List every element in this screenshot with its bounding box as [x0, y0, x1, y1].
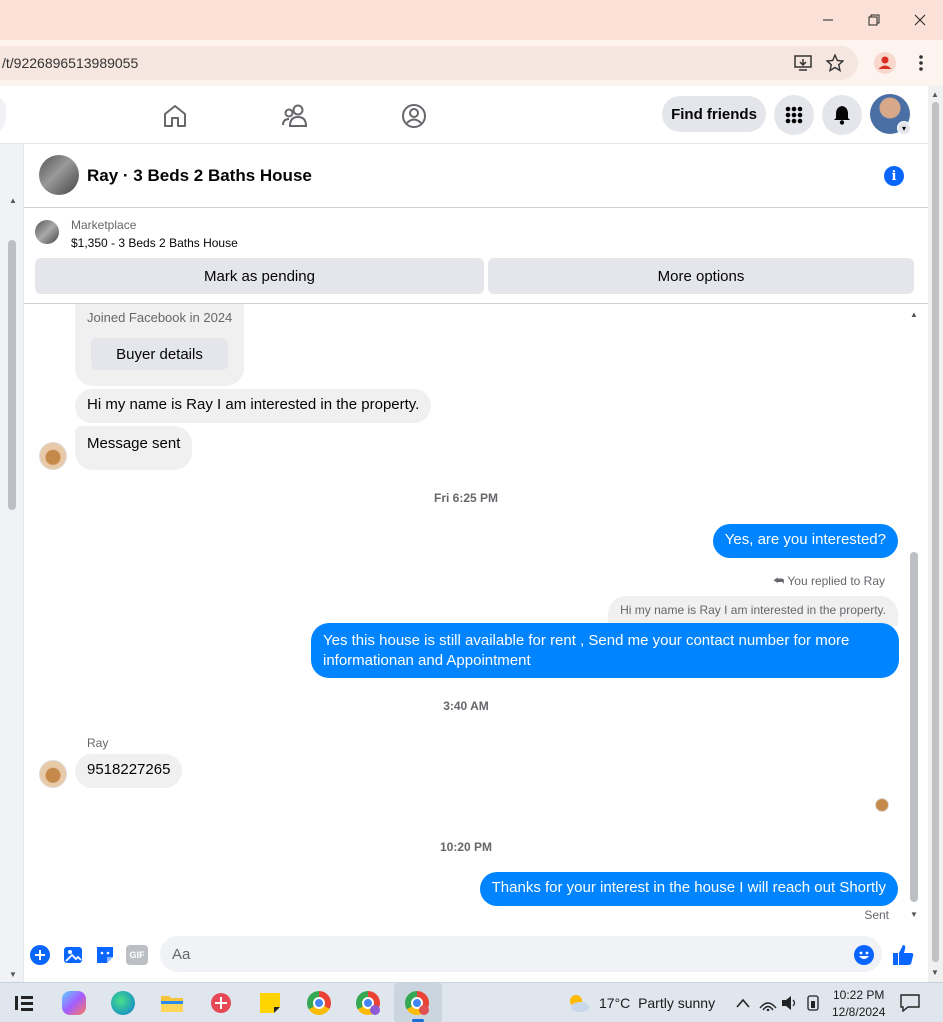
install-app-icon[interactable]	[792, 52, 814, 74]
quoted-message[interactable]: Hi my name is Ray I am interested in the…	[608, 596, 898, 626]
bookmark-star-icon[interactable]	[824, 52, 846, 74]
marketplace-label: Marketplace	[71, 218, 137, 232]
message-incoming[interactable]: Message sent	[75, 426, 193, 470]
menu-grid-icon[interactable]	[774, 95, 814, 135]
listing-price-title[interactable]: $1,350 - 3 Beds 2 Baths House	[71, 236, 238, 250]
scrollbar-thumb[interactable]	[910, 552, 918, 902]
buyer-profile-card: Joined Facebook in 2024 Buyer details	[75, 304, 244, 386]
read-receipt-avatar	[875, 798, 889, 812]
weather-partly-sunny-icon[interactable]	[566, 991, 590, 1015]
thread-scrollbar: ▲ ▼	[907, 304, 921, 924]
browser-toolbar: /t/9226896513989055	[0, 40, 943, 86]
chrome-active-icon[interactable]	[405, 991, 429, 1015]
scroll-down-arrow-icon[interactable]: ▼	[910, 910, 918, 919]
system-clock[interactable]: 10:22 PM 12/8/2024	[832, 987, 885, 1021]
weather-condition: Partly sunny	[638, 995, 716, 1011]
timestamp: 10:20 PM	[439, 840, 493, 854]
chrome-icon[interactable]	[307, 991, 331, 1015]
message-incoming[interactable]: 9518227265	[75, 754, 183, 788]
gif-icon[interactable]: GIF	[126, 945, 148, 965]
search-box[interactable]	[0, 96, 6, 132]
facebook-top-nav: Find friends ▾	[0, 86, 928, 144]
timestamp: 3:40 AM	[443, 699, 489, 713]
message-outgoing[interactable]: Thanks for your interest in the house I …	[479, 872, 898, 906]
scroll-up-arrow-icon[interactable]: ▲	[910, 310, 918, 319]
message-input[interactable]	[160, 936, 882, 972]
listing-thumbnail[interactable]	[39, 155, 79, 195]
edge-browser-icon[interactable]	[111, 991, 135, 1015]
windows-taskbar: 17°C Partly sunny 10:22 PM 12/8/2024	[0, 982, 943, 1022]
message-outgoing[interactable]: Yes this house is still available for re…	[311, 623, 899, 678]
battery-icon[interactable]	[802, 991, 826, 1015]
temperature: 17°C	[599, 995, 631, 1011]
scroll-down-arrow-icon[interactable]: ▼	[9, 970, 17, 979]
contact-avatar[interactable]	[39, 442, 67, 470]
notification-center-icon[interactable]	[898, 991, 922, 1015]
file-explorer-icon[interactable]	[160, 991, 184, 1015]
thumbs-up-icon[interactable]	[892, 944, 914, 966]
volume-icon[interactable]	[778, 991, 802, 1015]
mark-as-pending-button[interactable]: Mark as pending	[35, 258, 484, 294]
snipping-tool-icon[interactable]	[209, 991, 233, 1015]
plus-icon[interactable]	[29, 944, 51, 966]
clock-time: 10:22 PM	[833, 988, 885, 1002]
photo-icon[interactable]	[62, 944, 84, 966]
url-text[interactable]: /t/9226896513989055	[2, 55, 138, 71]
buyer-details-button[interactable]: Buyer details	[91, 338, 228, 370]
info-icon[interactable]: i	[884, 166, 904, 186]
message-incoming[interactable]: Hi my name is Ray I am interested in the…	[75, 389, 432, 423]
marketplace-listing-bar: Marketplace $1,350 - 3 Beds 2 Baths Hous…	[24, 208, 928, 304]
chevron-up-icon[interactable]	[731, 991, 755, 1015]
sender-name: Ray	[87, 736, 109, 750]
chat-title[interactable]: Ray · 3 Beds 2 Baths House	[87, 166, 312, 186]
minimize-icon[interactable]	[814, 8, 842, 32]
notifications-bell-icon[interactable]	[822, 95, 862, 135]
timestamp: Fri 6:25 PM	[433, 491, 499, 505]
weather-widget[interactable]: 17°C Partly sunny	[599, 995, 715, 1011]
scrollbar-thumb[interactable]	[932, 102, 939, 962]
kebab-menu-icon[interactable]	[910, 52, 932, 74]
scroll-up-arrow-icon[interactable]: ▲	[9, 196, 17, 205]
chrome-profile-icon[interactable]	[356, 991, 380, 1015]
left-panel-scrollbar: ▲ ▼	[0, 144, 24, 982]
chevron-down-icon[interactable]: ▾	[897, 121, 911, 135]
wifi-icon[interactable]	[756, 991, 780, 1015]
message-thread: Joined Facebook in 2024 Buyer details Hi…	[24, 304, 928, 934]
emoji-icon[interactable]	[853, 944, 875, 966]
message-composer: GIF	[24, 934, 928, 982]
more-options-button[interactable]: More options	[488, 258, 914, 294]
address-bar[interactable]: /t/9226896513989055	[0, 46, 858, 80]
gaming-icon[interactable]	[394, 96, 434, 136]
close-icon[interactable]	[906, 8, 934, 32]
copilot-icon[interactable]	[62, 991, 86, 1015]
scrollbar-thumb[interactable]	[8, 240, 16, 510]
sticky-notes-icon[interactable]	[258, 991, 282, 1015]
home-icon[interactable]	[155, 96, 195, 136]
profile-icon[interactable]	[874, 52, 896, 74]
scroll-down-arrow-icon[interactable]: ▼	[931, 968, 939, 977]
friends-icon[interactable]	[275, 96, 315, 136]
replied-indicator: ⮪ You replied to Ray	[773, 574, 885, 589]
reply-arrow-icon: ⮪	[773, 574, 785, 588]
clock-date: 12/8/2024	[832, 1005, 886, 1019]
message-outgoing[interactable]: Yes, are you interested?	[712, 524, 898, 558]
restore-icon[interactable]	[860, 8, 888, 32]
find-friends-button[interactable]: Find friends	[662, 96, 766, 132]
chat-header: Ray · 3 Beds 2 Baths House i	[24, 144, 928, 208]
joined-text: Joined Facebook in 2024	[87, 310, 233, 325]
listing-thumbnail[interactable]	[35, 220, 59, 244]
replied-text: You replied to Ray	[787, 574, 885, 588]
scroll-up-arrow-icon[interactable]: ▲	[931, 90, 939, 99]
delivery-status: Sent	[864, 908, 889, 922]
task-view-icon[interactable]	[12, 991, 36, 1015]
contact-avatar[interactable]	[39, 760, 67, 788]
page-scrollbar: ▲ ▼	[928, 86, 943, 982]
sticker-icon[interactable]	[94, 944, 116, 966]
browser-titlebar	[0, 0, 943, 40]
